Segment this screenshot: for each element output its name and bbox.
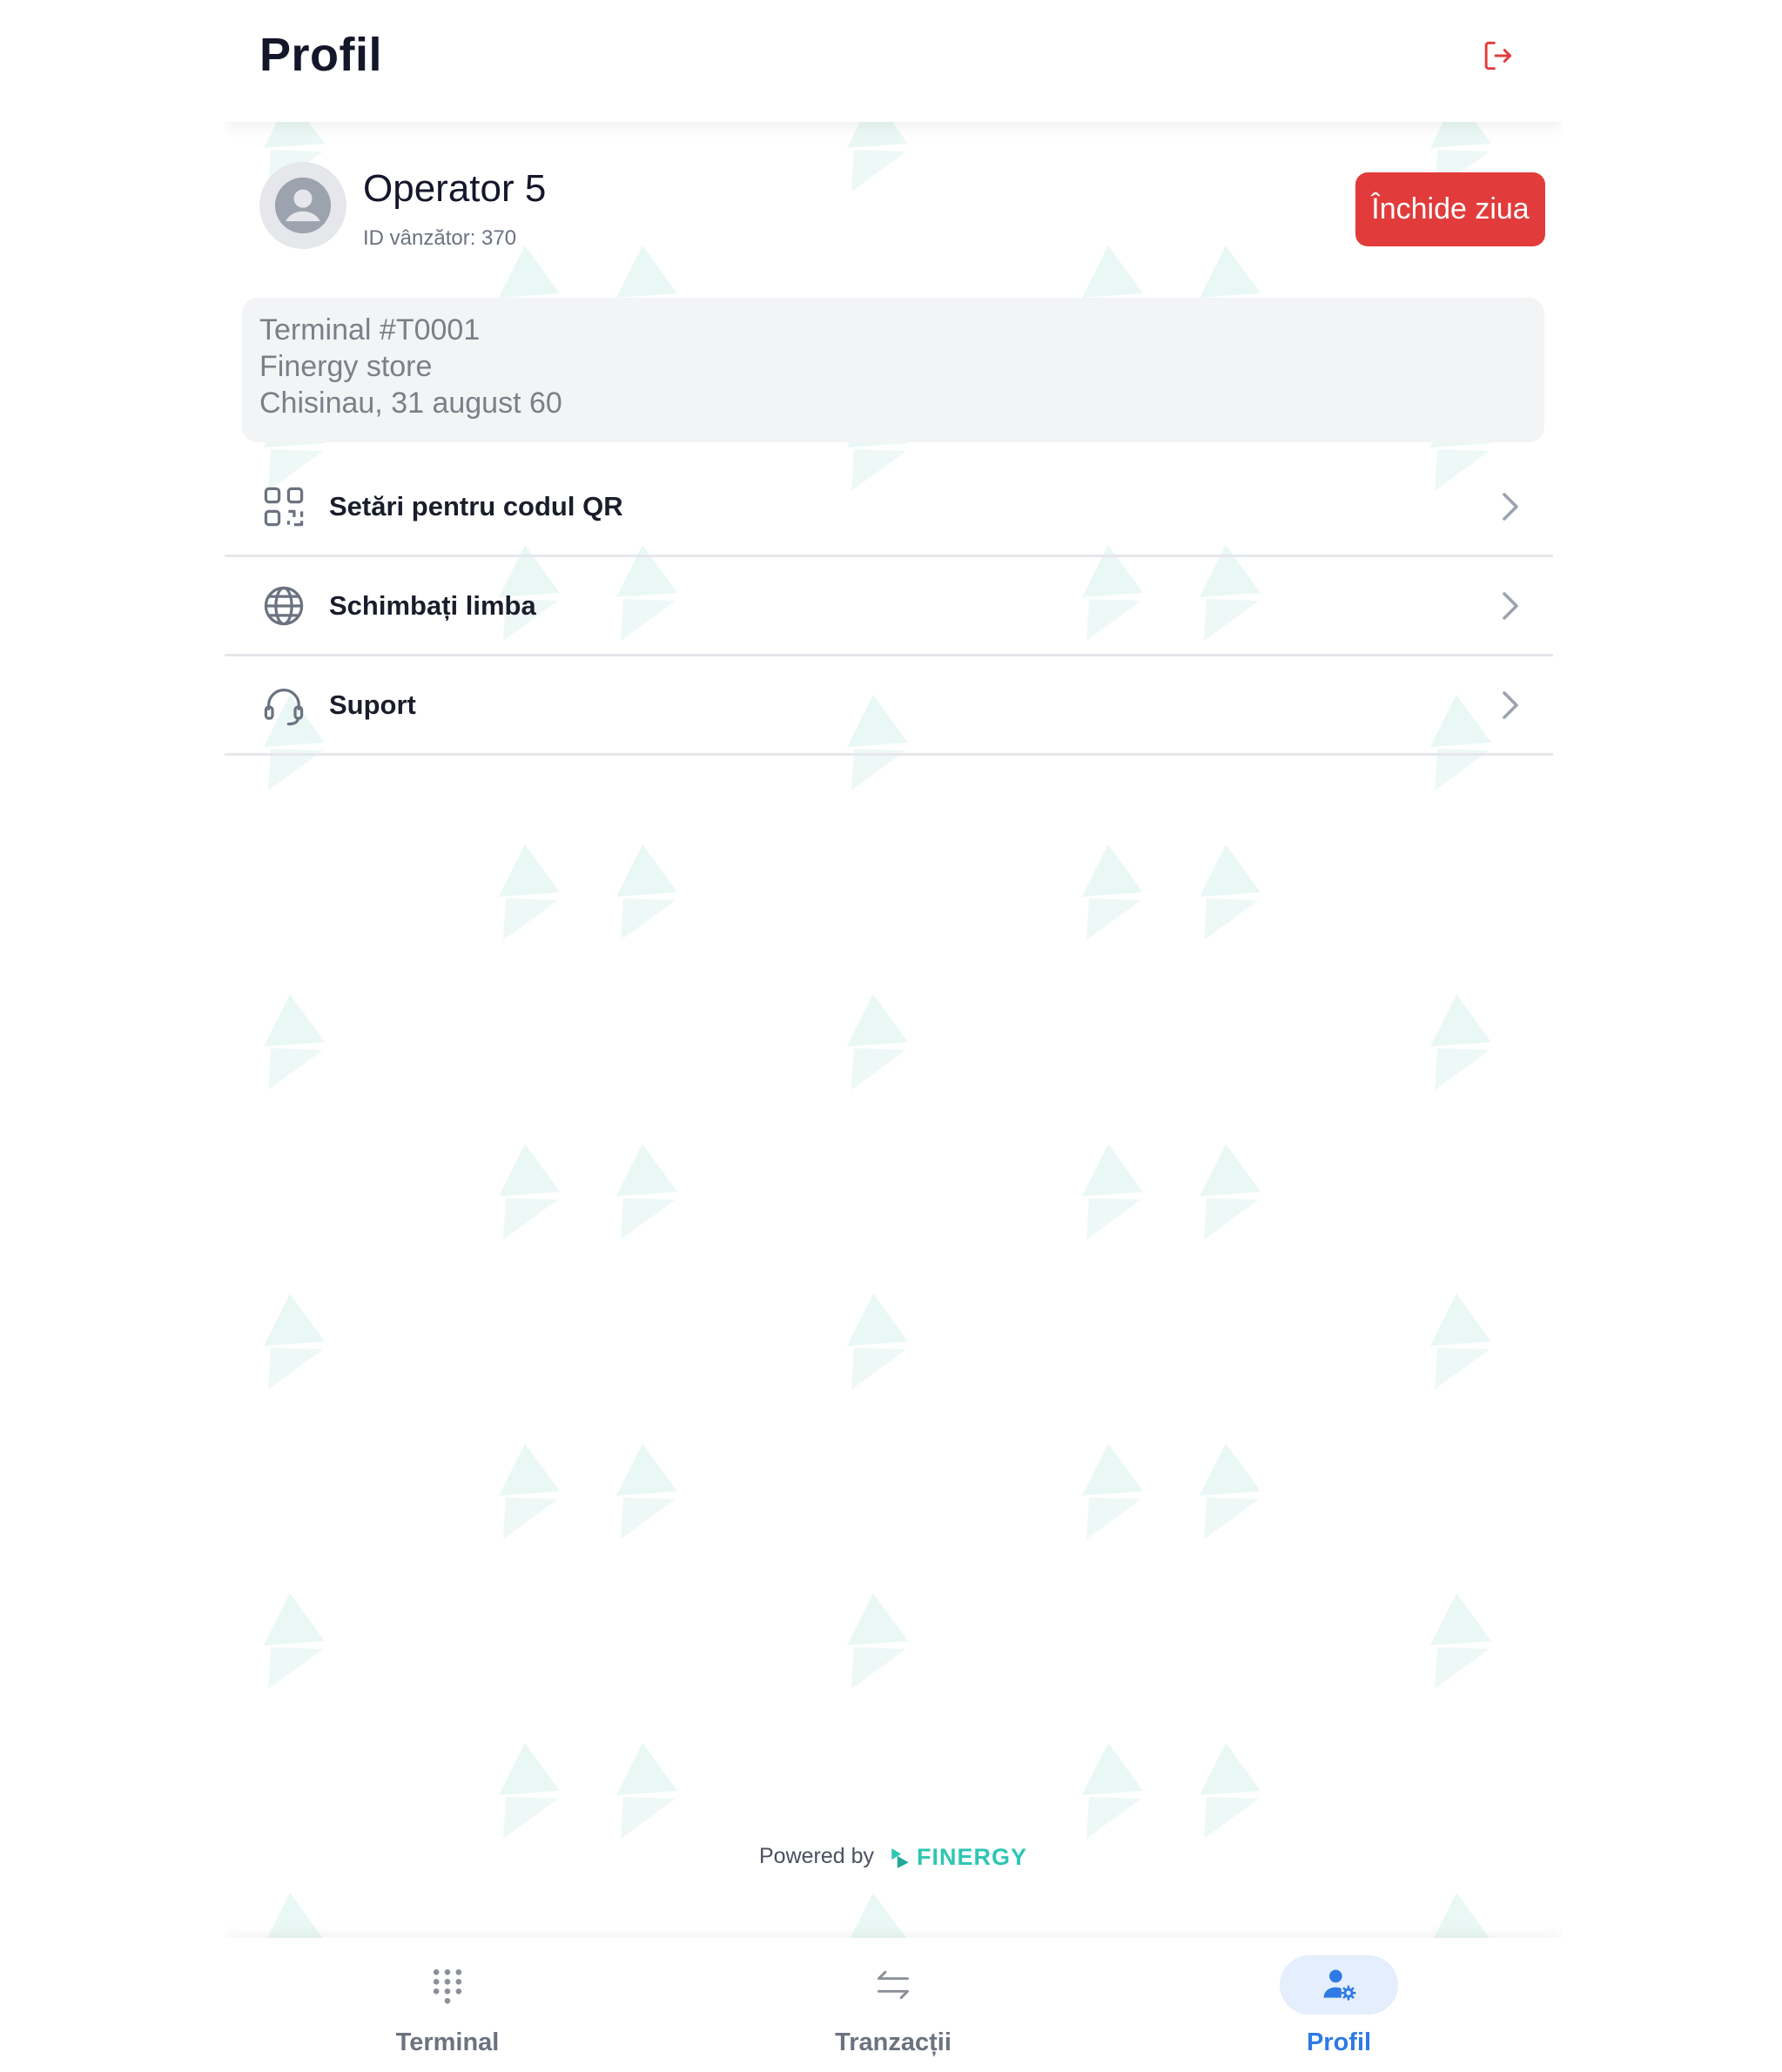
nav-icon-container	[388, 1955, 507, 2015]
menu-item-label: Suport	[329, 690, 416, 720]
pattern-mark	[499, 844, 560, 940]
settings-menu: Setări pentru codul QR Schimbați limba S…	[225, 458, 1553, 756]
terminal-info-card: Terminal #T0001 Finergy store Chisinau, …	[242, 298, 1544, 442]
pattern-mark	[264, 1593, 325, 1689]
menu-item-change-language[interactable]: Schimbați limba	[225, 557, 1553, 656]
nav-label: Profil	[1306, 2028, 1372, 2056]
pattern-mark	[847, 994, 908, 1090]
pattern-mark	[1200, 1144, 1261, 1240]
seller-id: ID vânzător: 370	[363, 226, 517, 250]
pattern-mark	[499, 1144, 560, 1240]
qr-code-icon	[264, 487, 304, 527]
operator-name: Operator 5	[363, 167, 547, 210]
pattern-mark	[1082, 1443, 1143, 1539]
chevron-right-icon	[1503, 592, 1518, 620]
menu-item-qr-settings[interactable]: Setări pentru codul QR	[225, 458, 1553, 557]
logout-icon	[1484, 41, 1512, 71]
nav-item-profile[interactable]: Profil	[1116, 1938, 1562, 2072]
pattern-mark	[1082, 844, 1143, 940]
pattern-mark	[1430, 994, 1491, 1090]
user-settings-icon	[1323, 1969, 1356, 2001]
pattern-mark	[264, 1294, 325, 1389]
chevron-right-icon	[1503, 493, 1518, 521]
pattern-mark	[1200, 1443, 1261, 1539]
terminal-id: Terminal #T0001	[259, 313, 481, 346]
pattern-mark	[847, 1294, 908, 1389]
store-name: Finergy store	[259, 350, 433, 383]
transfer-arrows-icon	[878, 1970, 909, 2000]
pattern-mark	[847, 1593, 908, 1689]
store-address: Chisinau, 31 august 60	[259, 387, 562, 420]
app-root: Profil Operator 5 ID vânzător: 370 Închi…	[225, 0, 1562, 2072]
pattern-mark	[1200, 1743, 1261, 1839]
nav-icon-container	[1280, 1955, 1398, 2015]
user-avatar-icon	[274, 177, 332, 234]
menu-item-label: Schimbați limba	[329, 590, 536, 621]
menu-item-label: Setări pentru codul QR	[329, 491, 623, 521]
finergy-logo-icon	[891, 1847, 909, 1868]
headset-icon	[264, 689, 304, 726]
profile-section: Operator 5 ID vânzător: 370 Închide ziua	[225, 122, 1562, 296]
powered-by-text: Powered by	[759, 1844, 875, 1869]
pattern-mark	[499, 1443, 560, 1539]
nav-icon-container	[834, 1955, 952, 2015]
pattern-mark	[616, 1743, 677, 1839]
pattern-mark	[1430, 1294, 1491, 1389]
pattern-mark	[499, 1743, 560, 1839]
keypad-icon	[433, 1969, 462, 2004]
chevron-right-icon	[1503, 691, 1518, 719]
page-title: Profil	[259, 29, 383, 81]
pattern-mark	[616, 1144, 677, 1240]
pattern-mark	[1200, 844, 1261, 940]
globe-icon	[264, 586, 304, 626]
nav-item-transactions[interactable]: Tranzacții	[670, 1938, 1116, 2072]
pattern-mark	[616, 844, 677, 940]
powered-by: Powered by FINERGY	[225, 1844, 1562, 1871]
finergy-logo: FINERGY	[889, 1844, 1027, 1871]
pattern-mark	[616, 1443, 677, 1539]
pattern-mark	[1430, 1593, 1491, 1689]
bottom-navigation: Terminal Tranzacții Profil	[225, 1938, 1562, 2072]
close-day-button[interactable]: Închide ziua	[1355, 172, 1545, 246]
header-bar: Profil	[225, 0, 1562, 122]
logout-button[interactable]	[1478, 37, 1516, 75]
nav-item-terminal[interactable]: Terminal	[225, 1938, 670, 2072]
brand-name: FINERGY	[916, 1844, 1027, 1870]
nav-label: Tranzacții	[835, 2028, 952, 2056]
menu-item-support[interactable]: Suport	[225, 656, 1553, 756]
pattern-mark	[1082, 1743, 1143, 1839]
avatar	[259, 162, 346, 249]
nav-label: Terminal	[395, 2028, 500, 2056]
pattern-mark	[1082, 1144, 1143, 1240]
pattern-mark	[264, 994, 325, 1090]
